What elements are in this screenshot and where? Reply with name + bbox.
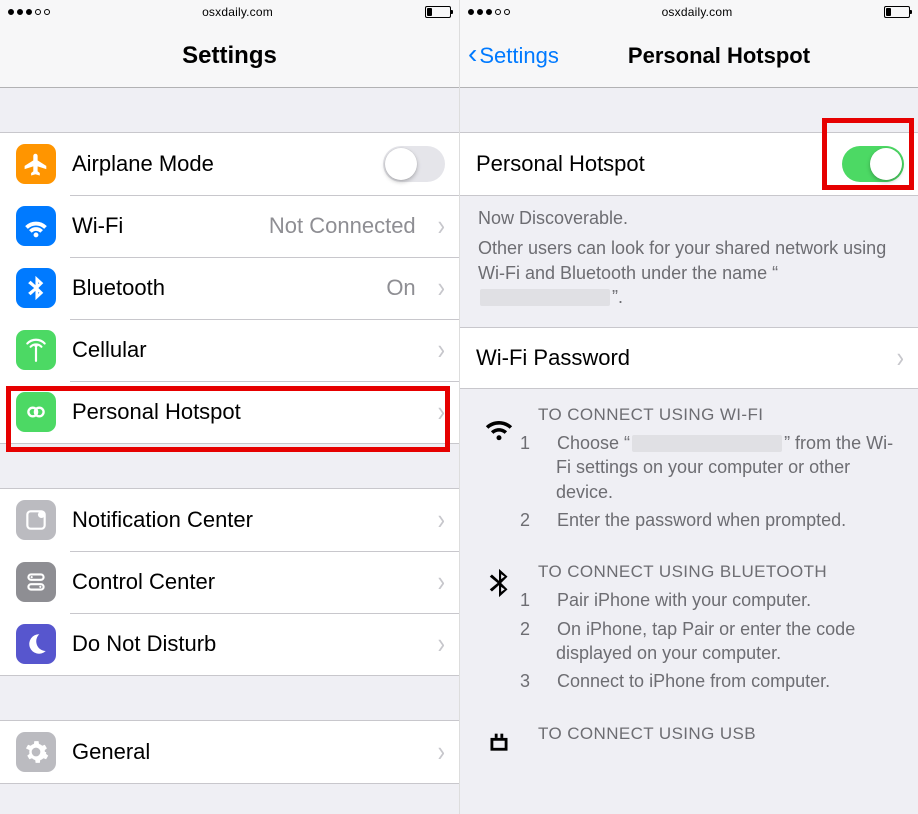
hotspot-toggle[interactable] [842, 146, 904, 182]
instructions-title: TO CONNECT USING WI-FI [538, 405, 900, 425]
chevron-right-icon: › [897, 341, 904, 375]
discover-desc-prefix: Other users can look for your shared net… [478, 238, 886, 282]
row-general[interactable]: General › [0, 721, 459, 783]
discoverable-footer: Now Discoverable. Other users can look f… [460, 196, 918, 327]
page-title: Settings [182, 42, 277, 70]
wifi-icon [16, 206, 56, 246]
row-bluetooth[interactable]: Bluetooth On › [0, 257, 459, 319]
instructions-step: 2 Enter the password when prompted. [538, 508, 900, 532]
instructions-title: TO CONNECT USING USB [538, 724, 900, 744]
chevron-right-icon: › [438, 627, 445, 661]
chevron-right-icon: › [438, 503, 445, 537]
row-label: Personal Hotspot [476, 151, 826, 177]
row-airplane-mode[interactable]: Airplane Mode [0, 133, 459, 195]
status-url: osxdaily.com [662, 5, 733, 19]
instructions-usb: TO CONNECT USING USB [460, 708, 918, 762]
status-url: osxdaily.com [202, 5, 273, 19]
row-label: Wi-Fi Password [476, 345, 875, 371]
row-do-not-disturb[interactable]: Do Not Disturb › [0, 613, 459, 675]
chevron-right-icon: › [438, 395, 445, 429]
hotspot-icon [16, 392, 56, 432]
nav-bar: ‹ Settings Personal Hotspot [460, 24, 918, 88]
back-button[interactable]: ‹ Settings [468, 42, 559, 70]
instructions-bluetooth: TO CONNECT USING BLUETOOTH 1 Pair iPhone… [460, 546, 918, 707]
chevron-right-icon: › [438, 209, 445, 243]
battery-icon [884, 6, 910, 18]
chevron-left-icon: ‹ [468, 40, 477, 68]
chevron-right-icon: › [438, 565, 445, 599]
row-label: Personal Hotspot [72, 399, 416, 425]
row-label: Cellular [72, 337, 416, 363]
row-label: Control Center [72, 569, 416, 595]
redacted-network-name [480, 289, 610, 306]
row-control-center[interactable]: Control Center › [0, 551, 459, 613]
notification-center-icon [16, 500, 56, 540]
row-label: Airplane Mode [72, 151, 367, 177]
moon-icon [16, 624, 56, 664]
row-notification-center[interactable]: Notification Center › [0, 489, 459, 551]
row-hotspot-toggle[interactable]: Personal Hotspot [460, 133, 918, 195]
instructions-step: 1 Pair iPhone with your computer. [538, 588, 900, 612]
row-label: General [72, 739, 416, 765]
bluetooth-icon [16, 268, 56, 308]
usb-icon [478, 724, 520, 762]
chevron-right-icon: › [438, 333, 445, 367]
chevron-right-icon: › [438, 735, 445, 769]
page-title: Personal Hotspot [628, 43, 810, 69]
row-label: Do Not Disturb [72, 631, 416, 657]
airplane-toggle[interactable] [383, 146, 445, 182]
signal-strength-icon [8, 9, 50, 15]
row-wifi-password[interactable]: Wi-Fi Password › [460, 328, 918, 388]
instructions-title: TO CONNECT USING BLUETOOTH [538, 562, 900, 582]
row-label: Wi-Fi [72, 213, 253, 239]
instructions-step: 1 Choose “” from the Wi-Fi settings on y… [538, 431, 900, 504]
redacted-network-name [632, 435, 782, 452]
bluetooth-icon [478, 562, 520, 697]
screen-personal-hotspot: osxdaily.com ‹ Settings Personal Hotspot… [459, 0, 918, 814]
instructions-step: 3 Connect to iPhone from computer. [538, 669, 900, 693]
nav-bar: Settings [0, 24, 459, 88]
cellular-icon [16, 330, 56, 370]
discover-desc-suffix: ”. [612, 287, 623, 307]
chevron-right-icon: › [438, 271, 445, 305]
instructions-step: 2 On iPhone, tap Pair or enter the code … [538, 617, 900, 666]
row-label: Bluetooth [72, 275, 370, 301]
airplane-icon [16, 144, 56, 184]
gear-icon [16, 732, 56, 772]
row-value: On [386, 275, 415, 301]
screen-settings-list: osxdaily.com Settings Airplane Mode [0, 0, 459, 814]
discover-headline: Now Discoverable. [478, 208, 628, 228]
wifi-icon [478, 405, 520, 536]
status-bar: osxdaily.com [460, 0, 918, 24]
battery-icon [425, 6, 451, 18]
row-personal-hotspot[interactable]: Personal Hotspot › [0, 381, 459, 443]
row-label: Notification Center [72, 507, 416, 533]
group-wifi-password: Wi-Fi Password › [460, 327, 918, 389]
control-center-icon [16, 562, 56, 602]
settings-group-general: General › [0, 720, 459, 784]
row-wifi[interactable]: Wi-Fi Not Connected › [0, 195, 459, 257]
instructions-wifi: TO CONNECT USING WI-FI 1 Choose “” from … [460, 389, 918, 546]
row-cellular[interactable]: Cellular › [0, 319, 459, 381]
row-value: Not Connected [269, 213, 416, 239]
status-bar: osxdaily.com [0, 0, 459, 24]
group-hotspot-toggle: Personal Hotspot [460, 132, 918, 196]
settings-group-system: Notification Center › Control Center › D… [0, 488, 459, 676]
back-label: Settings [479, 43, 559, 69]
settings-group-connectivity: Airplane Mode Wi-Fi Not Connected › [0, 132, 459, 444]
signal-strength-icon [468, 9, 510, 15]
